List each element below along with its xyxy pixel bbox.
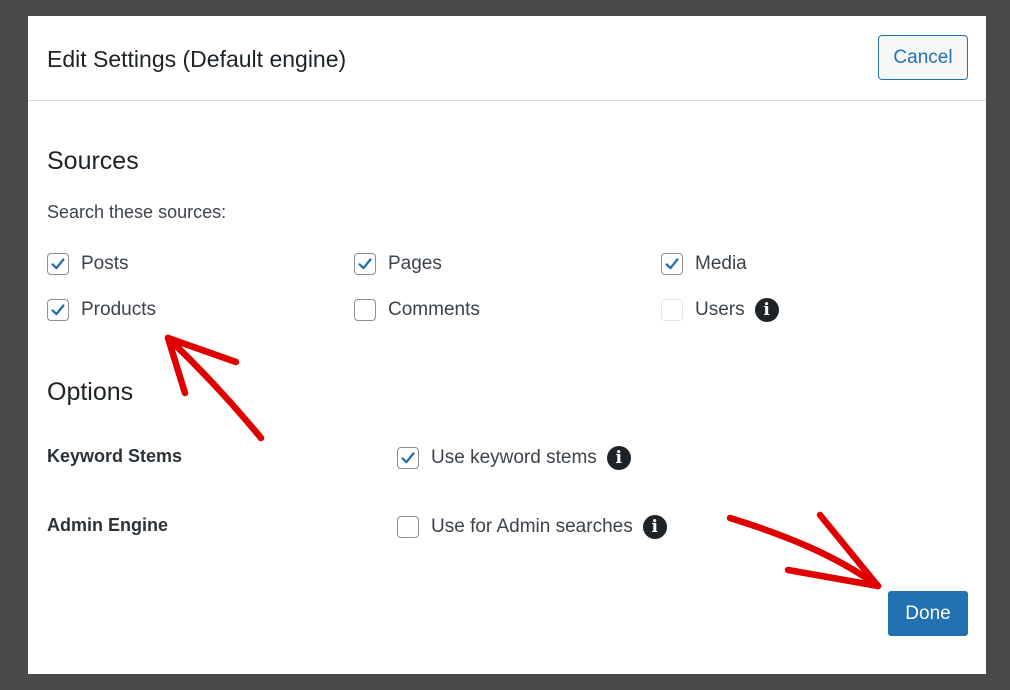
admin-engine-label: Admin Engine bbox=[47, 515, 168, 535]
products-checkbox[interactable] bbox=[47, 299, 69, 321]
done-button[interactable]: Done bbox=[888, 591, 968, 636]
products-label: Products bbox=[81, 299, 156, 320]
posts-checkbox[interactable] bbox=[47, 253, 69, 275]
sources-subtitle: Search these sources: bbox=[47, 202, 227, 222]
info-icon[interactable]: i bbox=[754, 298, 779, 322]
options-heading: Options bbox=[47, 378, 134, 406]
checkmark-icon bbox=[665, 258, 679, 270]
source-users: Users i bbox=[661, 297, 779, 323]
media-checkbox[interactable] bbox=[661, 253, 683, 275]
admin-engine-option[interactable]: Use for Admin searches i bbox=[397, 514, 667, 540]
cancel-button[interactable]: Cancel bbox=[878, 35, 968, 80]
edit-settings-modal: Edit Settings (Default engine) Cancel So… bbox=[28, 16, 986, 674]
comments-label: Comments bbox=[388, 299, 480, 320]
source-posts[interactable]: Posts bbox=[47, 251, 129, 277]
keyword-stems-checkbox-label: Use keyword stems bbox=[431, 447, 597, 468]
checkmark-icon bbox=[51, 304, 65, 316]
keyword-stems-option[interactable]: Use keyword stems i bbox=[397, 445, 631, 471]
modal-title: Edit Settings (Default engine) bbox=[47, 46, 347, 72]
pages-label: Pages bbox=[388, 253, 442, 274]
admin-searches-checkbox-label: Use for Admin searches bbox=[431, 516, 633, 537]
source-products[interactable]: Products bbox=[47, 297, 156, 323]
keyword-stems-checkbox[interactable] bbox=[397, 447, 419, 469]
pages-checkbox[interactable] bbox=[354, 253, 376, 275]
modal-header: Edit Settings (Default engine) Cancel bbox=[28, 16, 986, 101]
media-label: Media bbox=[695, 253, 747, 274]
comments-checkbox[interactable] bbox=[354, 299, 376, 321]
checkmark-icon bbox=[358, 258, 372, 270]
admin-searches-checkbox[interactable] bbox=[397, 516, 419, 538]
source-comments[interactable]: Comments bbox=[354, 297, 480, 323]
source-media[interactable]: Media bbox=[661, 251, 747, 277]
checkmark-icon bbox=[51, 258, 65, 270]
source-pages[interactable]: Pages bbox=[354, 251, 442, 277]
info-icon[interactable]: i bbox=[606, 446, 631, 470]
keyword-stems-label: Keyword Stems bbox=[47, 446, 183, 466]
sources-heading: Sources bbox=[47, 147, 139, 175]
users-checkbox bbox=[661, 299, 683, 321]
users-label: Users bbox=[695, 299, 745, 320]
posts-label: Posts bbox=[81, 253, 129, 274]
info-icon[interactable]: i bbox=[642, 515, 667, 539]
checkmark-icon bbox=[401, 452, 415, 464]
